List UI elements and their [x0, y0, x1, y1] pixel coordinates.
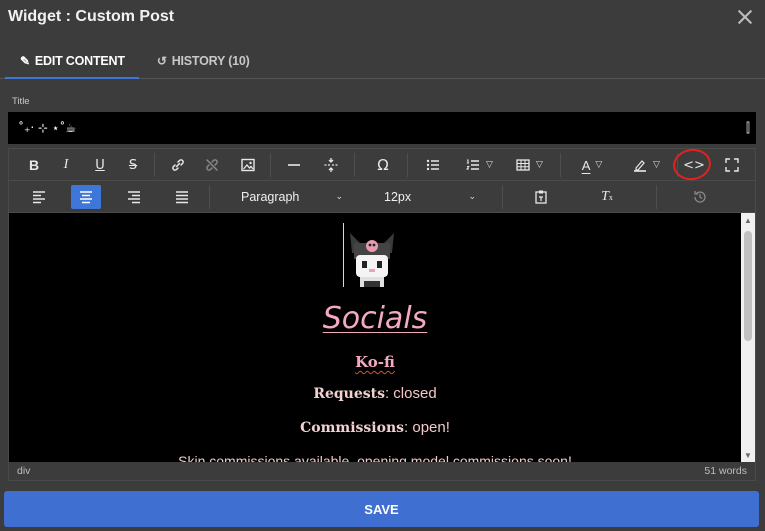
pencil-icon: ✎: [20, 54, 30, 68]
tab-history[interactable]: ↺ HISTORY (10): [139, 44, 264, 78]
underline-icon[interactable]: U: [89, 153, 111, 177]
title-label: Title: [12, 96, 30, 107]
scrollbar[interactable]: ▲ ▼: [741, 213, 755, 462]
font-size-value: 12px: [384, 190, 412, 204]
tab-bar: ✎ EDIT CONTENT ↺ HISTORY (10): [0, 44, 765, 79]
dialog-header: Widget : Custom Post: [0, 0, 765, 34]
field-action-icon[interactable]: ⫿: [746, 121, 750, 136]
align-left-icon[interactable]: [27, 185, 51, 209]
italic-icon[interactable]: I: [55, 153, 77, 177]
fullscreen-icon[interactable]: [720, 153, 744, 177]
save-button[interactable]: SAVE: [4, 491, 759, 527]
requests-label: Requests: [313, 386, 385, 402]
tab-edit-content[interactable]: ✎ EDIT CONTENT: [0, 44, 139, 79]
requests-line: Requests: closed: [9, 385, 741, 402]
special-char-icon[interactable]: Ω: [371, 153, 395, 177]
align-right-icon[interactable]: [122, 185, 146, 209]
scroll-down-icon[interactable]: ▼: [744, 451, 752, 460]
toolbar-row-1: B I U S Ω ▽ ▽ A ▽ ▽ <>: [9, 146, 755, 183]
page-break-icon[interactable]: [319, 153, 343, 177]
annotation-circle: [671, 146, 713, 183]
close-icon[interactable]: [735, 7, 755, 27]
element-path[interactable]: div: [17, 465, 30, 477]
chevron-down-icon: ⌄: [335, 192, 343, 202]
scroll-up-icon[interactable]: ▲: [744, 216, 752, 225]
editor-statusbar: div 51 words: [9, 462, 755, 480]
title-input[interactable]: ˚₊‧ ⊹ ⋆˚☕︎ ⫿: [8, 112, 756, 144]
skin-note: Skin commissions available, opening mode…: [178, 453, 572, 462]
commissions-value: : open!: [404, 419, 450, 436]
unlink-icon[interactable]: [200, 153, 224, 177]
editor-content-area[interactable]: Socials Ko-fi Requests: closed Commissio…: [9, 213, 755, 462]
bullet-list-icon[interactable]: [421, 153, 445, 177]
tab-label: HISTORY (10): [171, 54, 250, 68]
clear-format-icon[interactable]: Tx: [595, 185, 619, 209]
title-value: ˚₊‧ ⊹ ⋆˚☕︎: [18, 121, 77, 135]
block-format-select[interactable]: Paragraph ⌄: [221, 185, 351, 209]
text-color-icon[interactable]: A ▽: [570, 153, 614, 177]
numbered-list-icon[interactable]: ▽: [459, 153, 499, 177]
word-count: 51 words: [704, 465, 747, 477]
chevron-down-icon: ⌄: [468, 192, 476, 202]
rich-text-editor: B I U S Ω ▽ ▽ A ▽ ▽ <> Paragraph ⌄ 12px …: [8, 146, 756, 481]
paste-text-icon[interactable]: [529, 185, 553, 209]
toolbar-row-2: Paragraph ⌄ 12px ⌄ Tx: [9, 181, 755, 213]
bold-icon[interactable]: B: [23, 153, 45, 177]
highlight-icon[interactable]: ▽: [623, 153, 669, 177]
commissions-label: Commissions: [300, 420, 405, 436]
strikethrough-icon[interactable]: S: [122, 153, 144, 177]
table-icon[interactable]: ▽: [509, 153, 549, 177]
tab-label: EDIT CONTENT: [34, 54, 125, 68]
justify-icon[interactable]: [170, 185, 194, 209]
image-icon[interactable]: [236, 153, 260, 177]
block-format-value: Paragraph: [241, 190, 300, 204]
font-size-select[interactable]: 12px ⌄: [364, 185, 484, 209]
scroll-thumb[interactable]: [744, 231, 752, 341]
revisions-icon[interactable]: [688, 185, 712, 209]
requests-value: : closed: [384, 385, 437, 402]
commissions-line: Commissions: open!: [9, 419, 741, 436]
mascot-image: [350, 233, 394, 287]
content-heading: Socials: [322, 301, 428, 336]
kofi-link[interactable]: Ko-fi: [9, 353, 741, 371]
horizontal-rule-icon[interactable]: [282, 153, 306, 177]
history-icon: ↺: [156, 54, 167, 68]
align-center-icon[interactable]: [71, 185, 101, 209]
dialog-title: Widget : Custom Post: [8, 8, 175, 25]
link-icon[interactable]: [166, 153, 190, 177]
